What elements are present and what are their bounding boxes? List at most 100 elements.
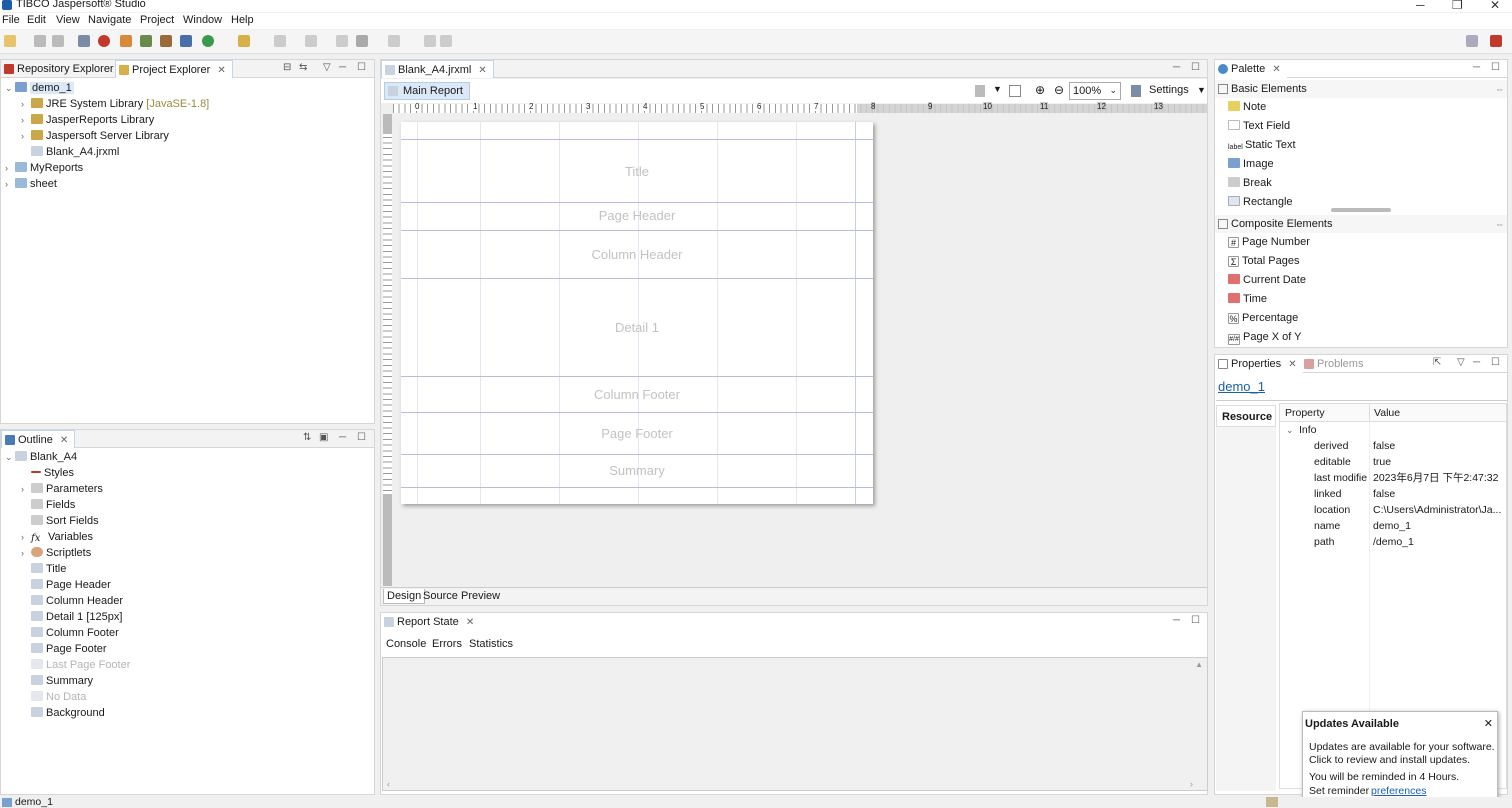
main-report-button[interactable]: Main Report	[384, 82, 470, 100]
outline-item[interactable]: Column Footer	[21, 625, 119, 641]
pin-view-icon[interactable]: ⇱	[1433, 357, 1441, 368]
tab-design[interactable]: Design	[383, 589, 426, 604]
menu-help[interactable]: Help	[231, 14, 254, 26]
table-row[interactable]: name demo_1	[1280, 518, 1506, 534]
maximize-view-icon[interactable]: ☐	[1191, 62, 1200, 73]
outline-item[interactable]: Detail 1 [125px]	[21, 609, 122, 625]
tab-statistics[interactable]: Statistics	[469, 638, 513, 650]
tree-item-myreports[interactable]: › MyReports	[5, 160, 83, 176]
chevron-right-icon[interactable]: ›	[21, 112, 31, 128]
chevron-right-icon[interactable]: ›	[5, 160, 15, 176]
palette-item-image[interactable]: Image	[1228, 155, 1274, 174]
settings-button[interactable]: Settings	[1149, 84, 1189, 96]
chevron-right-icon[interactable]: ›	[5, 176, 15, 192]
maximize-view-icon[interactable]: ☐	[357, 62, 366, 73]
palette-item-page-x-of-y[interactable]: #/# Page X of Y	[1228, 328, 1302, 347]
tab-console[interactable]: Console	[386, 638, 426, 650]
palette-item-note[interactable]: Note	[1228, 98, 1266, 117]
tree-item-jasperreports-lib[interactable]: › JasperReports Library	[21, 112, 154, 128]
palette-item-percentage[interactable]: % Percentage	[1228, 309, 1298, 328]
debug-icon[interactable]	[98, 35, 110, 47]
close-tab-icon[interactable]: ✕	[478, 65, 486, 76]
view-menu-icon[interactable]: ▽	[1457, 357, 1465, 368]
close-tab-icon[interactable]: ✕	[60, 435, 68, 446]
preferences-link[interactable]: preferences	[1371, 785, 1426, 797]
datasource-icon[interactable]	[140, 35, 152, 47]
maximize-view-icon[interactable]: ☐	[1491, 357, 1500, 368]
scroll-left-icon[interactable]: ‹	[387, 779, 390, 789]
overview-icon[interactable]: ▣	[319, 432, 328, 443]
palette-item-time[interactable]: Time	[1228, 290, 1267, 309]
palette-group-basic[interactable]: Basic Elements ⇔	[1215, 80, 1507, 98]
print-icon[interactable]	[78, 35, 90, 47]
zoom-in-icon[interactable]: ⊕	[1035, 83, 1045, 97]
outline-item[interactable]: Title	[21, 561, 66, 577]
tab-preview[interactable]: Preview	[461, 590, 500, 602]
outline-item[interactable]: Column Header	[21, 593, 123, 609]
open-perspective-icon[interactable]	[1466, 35, 1478, 47]
pin-icon[interactable]	[424, 35, 436, 47]
close-tab-icon[interactable]: ✕	[1272, 64, 1280, 75]
band-detail[interactable]: Detail 1	[401, 278, 873, 376]
outline-item[interactable]: › Parameters	[21, 481, 103, 497]
minimize-view-icon[interactable]: ─	[339, 62, 346, 73]
tree-item-sheet[interactable]: › sheet	[5, 176, 57, 192]
tab-source[interactable]: Source	[423, 590, 458, 602]
scroll-up-icon[interactable]: ▲	[1195, 660, 1203, 669]
close-tab-icon[interactable]: ✕	[1288, 359, 1296, 370]
menu-view[interactable]: View	[56, 14, 80, 26]
tree-item-blank-a4[interactable]: Blank_A4.jrxml	[21, 144, 119, 160]
outline-item[interactable]: Background	[21, 705, 105, 721]
close-tab-icon[interactable]: ✕	[466, 617, 474, 628]
outline-item[interactable]: Last Page Footer	[21, 657, 130, 673]
table-row[interactable]: location C:\Users\Administrator\Ja...	[1280, 502, 1506, 518]
band-page-footer[interactable]: Page Footer	[401, 412, 873, 454]
sort-icon[interactable]: ⇅	[303, 432, 311, 443]
palette-item-text-field[interactable]: Text Field	[1228, 117, 1290, 136]
chevron-right-icon[interactable]: ›	[21, 128, 31, 144]
minimize-view-icon[interactable]: ─	[339, 432, 346, 443]
dropdown-arrow-icon[interactable]: ▼	[993, 84, 1002, 94]
outline-item[interactable]: Page Header	[21, 577, 111, 593]
group-row-info[interactable]: ⌄ Info	[1280, 422, 1506, 438]
band-title[interactable]: Title	[401, 139, 873, 202]
tab-report-state[interactable]: Report State ✕	[381, 613, 480, 631]
band-column-footer[interactable]: Column Footer	[401, 376, 873, 412]
maximize-view-icon[interactable]: ☐	[357, 432, 366, 443]
chevron-down-icon[interactable]: ⌄	[5, 80, 15, 96]
tab-errors[interactable]: Errors	[432, 638, 462, 650]
menu-window[interactable]: Window	[183, 14, 222, 26]
table-row[interactable]: path/demo_1	[1280, 534, 1506, 550]
tab-problems[interactable]: Problems	[1301, 355, 1369, 373]
forward-icon[interactable]	[388, 35, 400, 47]
chevron-down-icon[interactable]: ⌄	[5, 449, 15, 465]
band-summary[interactable]: Summary	[401, 454, 873, 488]
install-icon[interactable]	[1266, 797, 1278, 807]
zoom-out-icon[interactable]: ⊖	[1054, 83, 1064, 97]
table-row[interactable]: derived false	[1280, 438, 1506, 454]
page-format-icon[interactable]	[975, 85, 985, 97]
tab-properties[interactable]: Properties ✕	[1215, 355, 1303, 373]
outline-item[interactable]: Sort Fields	[21, 513, 99, 529]
zoom-select[interactable]: 100% ⌄	[1069, 82, 1121, 100]
maximize-view-icon[interactable]: ☐	[1491, 62, 1500, 73]
pen-icon[interactable]	[238, 35, 250, 47]
collapse-icon[interactable]: ⇔	[1495, 215, 1504, 233]
tab-palette[interactable]: Palette ✕	[1215, 60, 1287, 78]
minimize-icon[interactable]: ─	[1416, 0, 1425, 12]
tree-item-jre[interactable]: › JRE System Library [JavaSE-1.8]	[21, 96, 209, 112]
table-row[interactable]: editable true	[1280, 454, 1506, 470]
outline-item[interactable]: ⌄ Blank_A4	[5, 449, 77, 465]
palette-item-rectangle[interactable]: Rectangle	[1228, 193, 1293, 212]
band-column-header[interactable]: Column Header	[401, 230, 873, 278]
close-notification-icon[interactable]: ✕	[1484, 717, 1493, 730]
menu-navigate[interactable]: Navigate	[88, 14, 131, 26]
palette-item-break[interactable]: Break	[1228, 174, 1272, 193]
menu-file[interactable]: File	[2, 14, 20, 26]
run-icon[interactable]	[202, 35, 214, 47]
collapse-icon[interactable]: ⇔	[1495, 80, 1504, 98]
tab-outline[interactable]: Outline ✕	[1, 430, 76, 448]
palette-item-current-date[interactable]: Current Date	[1228, 271, 1306, 290]
table-row[interactable]: last modifie 2023年6月7日 下午2:47:32	[1280, 470, 1506, 486]
tab-blank-a4[interactable]: Blank_A4.jrxml ✕	[381, 60, 494, 78]
